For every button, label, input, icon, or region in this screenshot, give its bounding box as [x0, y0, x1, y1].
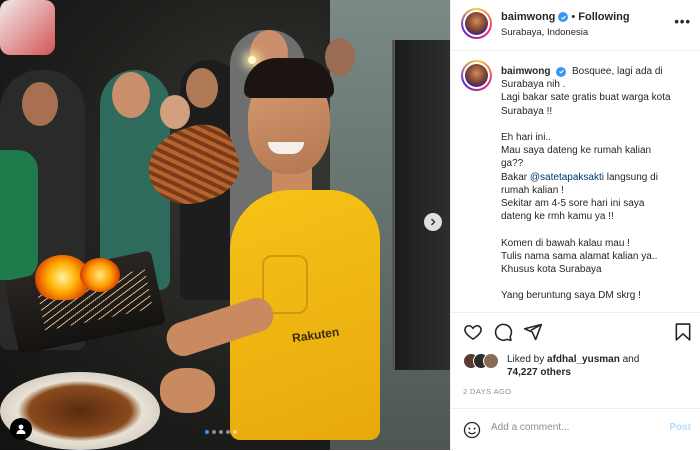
emoji-icon[interactable]	[463, 421, 481, 439]
caption-line: ga??	[501, 158, 524, 170]
liker-username-link[interactable]: afdhal_yusman	[547, 354, 620, 365]
separator-dot: •	[571, 11, 576, 23]
caption-line: Bosquee, lagi ada di	[572, 66, 663, 77]
carousel-dot	[226, 430, 230, 434]
verified-badge-icon	[556, 66, 567, 77]
carousel-next-button[interactable]	[424, 213, 442, 231]
comment-icon[interactable]	[493, 322, 513, 342]
avatar[interactable]	[461, 8, 492, 39]
mention-link[interactable]: @satetapaksakti	[530, 172, 604, 183]
avatar	[483, 353, 499, 369]
caption-line: Eh hari ini..	[501, 132, 552, 143]
carousel-dot	[219, 430, 223, 434]
tagged-user-button[interactable]	[10, 418, 32, 440]
caption-line: Surabaya !!	[501, 105, 553, 117]
caption-text: baimwong Bosquee, lagi ada di Surabaya n…	[501, 65, 691, 312]
caption-line: Surabaya nih .	[501, 79, 566, 91]
likes-prefix: Liked by	[507, 354, 545, 365]
street-light	[248, 56, 256, 64]
share-icon[interactable]	[523, 322, 543, 342]
post-timestamp[interactable]: 2 DAYS AGO	[463, 387, 511, 396]
caption-line: langsung di	[606, 171, 658, 183]
liker-avatars	[463, 353, 505, 369]
more-options-icon[interactable]: •••	[674, 14, 691, 29]
post-comment-button[interactable]: Post	[669, 422, 691, 433]
likes-count-link[interactable]: 74,227 others	[507, 367, 571, 378]
likes-middle: and	[622, 354, 640, 365]
following-button[interactable]: Following	[578, 11, 629, 23]
caption-line: Lagi bakar sate gratis buat warga kota	[501, 92, 671, 104]
carousel-dot	[205, 430, 209, 434]
post-sidebar: baimwong • Following Surabaya, Indonesia…	[450, 0, 700, 450]
carousel-dot	[212, 430, 216, 434]
post-header: baimwong • Following Surabaya, Indonesia…	[451, 0, 700, 51]
man-hand	[160, 368, 215, 413]
caption-line: Yang beruntung saya DM skrg !	[501, 290, 641, 302]
location-link[interactable]: Surabaya, Indonesia	[501, 27, 588, 38]
child-face	[160, 95, 190, 129]
avatar[interactable]	[461, 60, 492, 91]
caption-line: Tulis nama sama alamat kalian ya..	[501, 250, 658, 262]
caption-line: Komen di bawah kalau mau !	[501, 237, 630, 249]
caption-line: Khusus kota Surabaya	[501, 264, 602, 276]
crowd-face	[112, 72, 150, 118]
chevron-right-icon	[431, 218, 436, 226]
crowd-face	[22, 82, 58, 126]
caption-line: Sekitar am 4-5 sore hari ini saya	[501, 198, 645, 210]
caption-line: rumah kalian !	[501, 184, 564, 196]
verified-badge-icon	[558, 12, 569, 22]
caption-line: dateng ke rmh kamu ya !!	[501, 211, 614, 223]
comment-bar: Add a comment... Post	[451, 408, 700, 451]
fire-flame	[80, 258, 120, 292]
carousel-indicator	[205, 430, 237, 434]
caption-line: Bakar	[501, 171, 528, 183]
caption: baimwong Bosquee, lagi ada di Surabaya n…	[451, 50, 700, 312]
likes-summary: Liked by afdhal_yusman and 74,227 others	[463, 353, 687, 379]
post-photo[interactable]: Rakuten	[0, 0, 450, 450]
post-actions: Liked by afdhal_yusman and 74,227 others…	[451, 312, 700, 418]
man-hair	[244, 58, 334, 98]
person-icon	[16, 424, 26, 434]
comment-input[interactable]: Add a comment...	[491, 422, 569, 433]
crowd-face	[325, 38, 355, 76]
plastic-bag	[0, 0, 55, 55]
heart-icon[interactable]	[463, 322, 483, 342]
background-door	[392, 40, 450, 370]
bookmark-icon[interactable]	[673, 322, 693, 342]
caption-line: Mau saya dateng ke rumah kalian	[501, 145, 652, 157]
caption-username-link[interactable]: baimwong	[501, 66, 550, 77]
crowd-face	[186, 68, 218, 108]
username-link[interactable]: baimwong	[501, 11, 555, 23]
person-green	[0, 150, 38, 280]
carousel-dot	[233, 430, 237, 434]
